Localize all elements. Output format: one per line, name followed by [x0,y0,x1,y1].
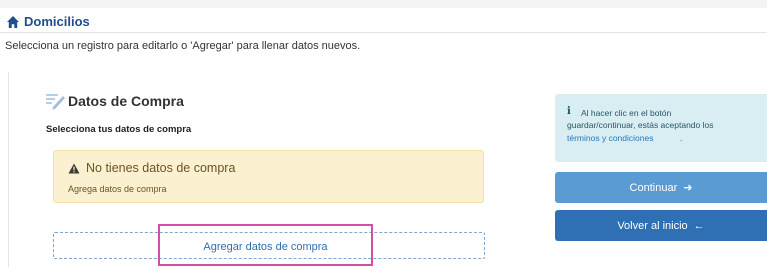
arrow-left-icon: ← [693,219,705,232]
arrow-right-icon: ➜ [683,182,693,194]
alert-heading: No tienes datos de compra [68,161,235,175]
home-icon [7,15,19,28]
page-title: Domicilios [24,14,90,29]
back-to-home-button[interactable]: Volver al inicio ← [555,210,767,241]
page-header: Domicilios [6,14,90,29]
back-label: Volver al inicio [617,219,688,232]
add-purchase-data-button[interactable]: Agregar datos de compra [158,224,373,266]
info-line-2: guardar/continuar, estás aceptando los [567,120,714,130]
info-period: . [680,133,683,143]
alert-text: Agrega datos de compra [68,184,167,194]
continue-button[interactable]: Continuar ➜ [555,172,767,203]
section-title: Datos de Compra [68,93,184,109]
info-icon: i [567,106,571,117]
warning-icon [68,163,80,173]
alert-title: No tienes datos de compra [86,161,236,175]
section-header: Datos de Compra [44,92,184,110]
add-button-label: Agregar datos de compra [203,241,328,253]
info-line-1: Al hacer clic en el botón [581,108,672,118]
continue-label: Continuar [629,181,678,194]
terms-link[interactable]: términos y condiciones [567,133,653,143]
no-data-alert: No tienes datos de compra Agrega datos d… [53,150,484,203]
divider [0,32,767,33]
top-bar [0,0,767,8]
section-subtitle: Selecciona tus datos de compra [46,124,192,135]
page-subtitle: Selecciona un registro para editarlo o '… [5,40,361,52]
pencil-icon [46,94,65,110]
terms-info-box: i Al hacer clic en el botón guardar/cont… [555,94,767,162]
